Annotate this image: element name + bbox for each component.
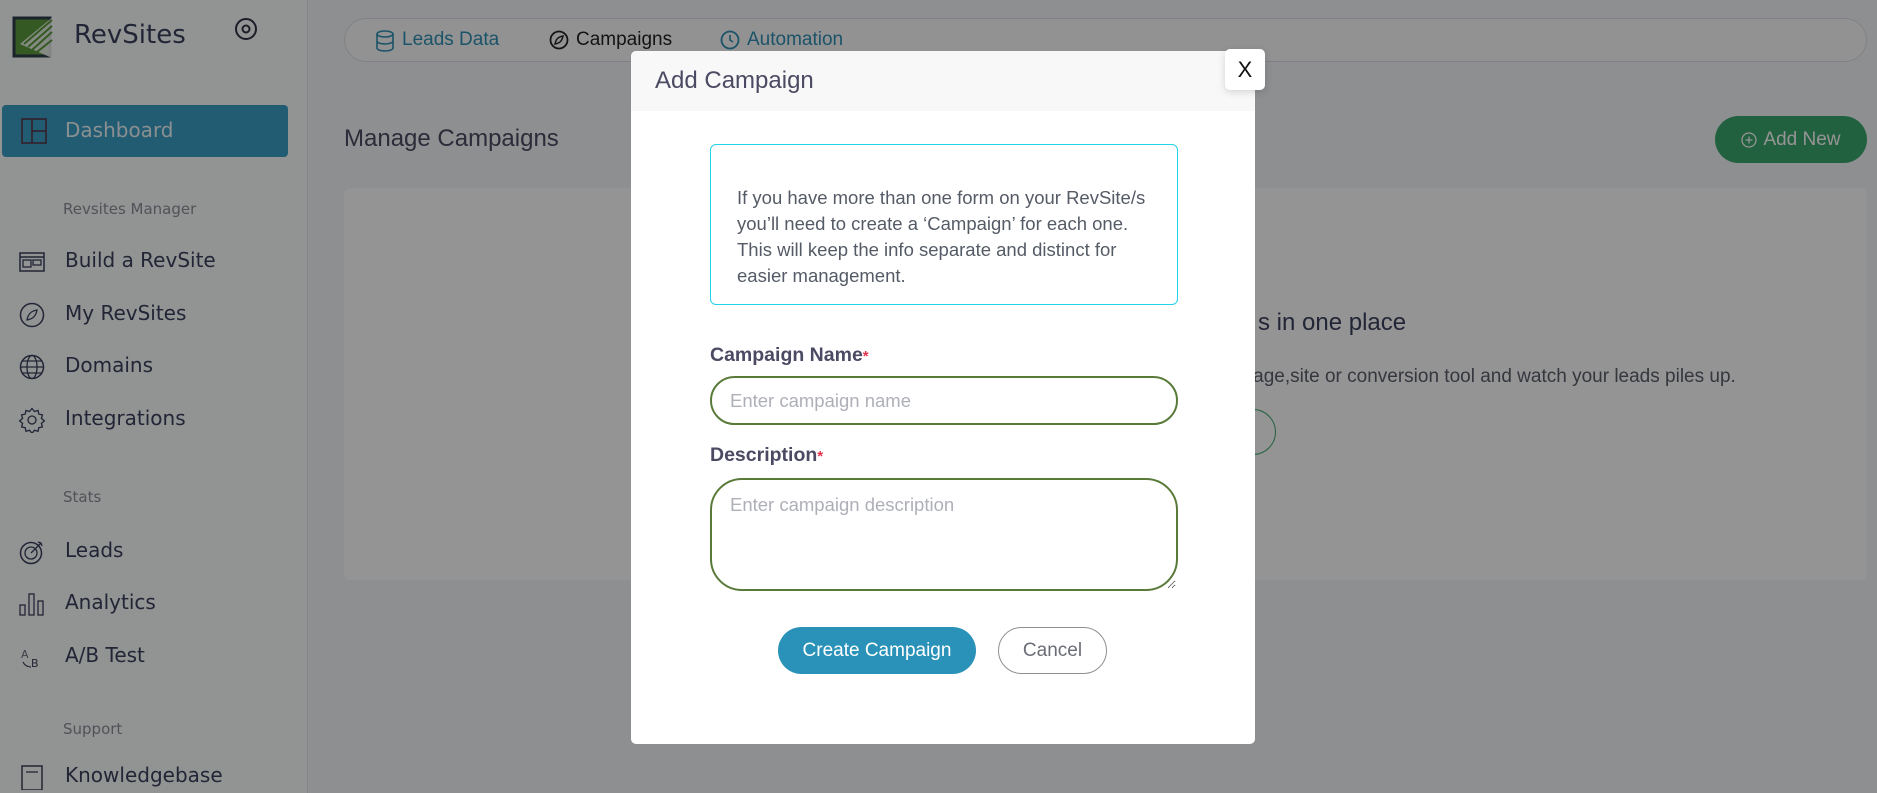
browser-layout-icon: [19, 252, 45, 272]
sidebar-item-domains[interactable]: Domains: [19, 350, 289, 382]
empty-state-text: ; page,site or conversion tool and watch…: [1232, 366, 1736, 387]
sidebar-item-integrations[interactable]: Integrations: [19, 403, 289, 435]
book-icon: [21, 765, 43, 790]
campaign-name-input[interactable]: [710, 376, 1178, 425]
sidebar-item-label: Analytics: [65, 590, 156, 614]
compass-icon: [549, 30, 569, 50]
modal-header: Add Campaign: [631, 51, 1255, 111]
description-textarea[interactable]: [710, 478, 1178, 591]
database-icon: [376, 30, 394, 52]
tab-label: Campaigns: [576, 29, 673, 50]
sidebar: RevSites Dashboard Revsites Manager Buil…: [0, 0, 308, 793]
globe-icon: [19, 354, 45, 380]
sidebar-item-dashboard[interactable]: Dashboard: [2, 105, 288, 157]
sidebar-item-my-revsites[interactable]: My RevSites: [19, 298, 289, 330]
cancel-button[interactable]: Cancel: [998, 627, 1107, 674]
tab-leads-data[interactable]: Leads Data: [376, 29, 500, 52]
campaign-name-label: Campaign Name*: [710, 344, 869, 367]
page-title: Manage Campaigns: [344, 125, 559, 152]
sidebar-item-knowledgebase[interactable]: Knowledgebase: [19, 760, 289, 792]
sidebar-item-label: Build a RevSite: [65, 248, 216, 272]
sidebar-item-ab-test[interactable]: AB A/B Test: [19, 640, 289, 672]
add-campaign-modal: Add Campaign If you have more than one f…: [631, 51, 1255, 744]
add-new-button[interactable]: Add New: [1715, 116, 1867, 163]
section-title: Revsites Manager: [63, 200, 197, 218]
sidebar-item-label: Dashboard: [65, 118, 174, 142]
svg-text:B: B: [31, 657, 39, 670]
label-text: Description: [710, 444, 818, 466]
tab-automation[interactable]: Automation: [720, 29, 844, 51]
tab-campaigns[interactable]: Campaigns: [549, 29, 673, 51]
bar-chart-icon: [19, 593, 44, 616]
clock-icon: [720, 30, 740, 50]
ab-test-icon: AB: [21, 648, 39, 670]
sidebar-item-label: Knowledgebase: [65, 763, 223, 787]
svg-text:A: A: [21, 648, 29, 661]
sidebar-item-label: Integrations: [65, 406, 186, 430]
settings-circle-icon[interactable]: [234, 17, 258, 41]
sidebar-item-label: My RevSites: [65, 301, 187, 325]
tab-label: Automation: [747, 29, 844, 50]
sidebar-item-build-revsite[interactable]: Build a RevSite: [19, 245, 289, 277]
section-title: Support: [63, 720, 123, 738]
sidebar-item-leads[interactable]: Leads: [19, 535, 289, 567]
target-icon: [19, 541, 43, 565]
sidebar-item-label: Leads: [65, 538, 124, 562]
compass-icon: [19, 302, 45, 328]
gear-icon: [19, 407, 45, 433]
add-new-label: Add New: [1763, 128, 1841, 150]
section-title: Stats: [63, 488, 102, 506]
plus-circle-icon: [1741, 131, 1758, 148]
sidebar-item-label: A/B Test: [65, 643, 145, 667]
info-box: If you have more than one form on your R…: [710, 144, 1178, 305]
required-mark: *: [862, 348, 869, 365]
sidebar-item-analytics[interactable]: Analytics: [19, 587, 289, 619]
brand-name: RevSites: [74, 20, 186, 50]
tab-label: Leads Data: [402, 29, 500, 50]
modal-title: Add Campaign: [655, 67, 814, 94]
sidebar-item-label: Domains: [65, 353, 154, 377]
layout-icon: [21, 118, 47, 144]
close-modal-button[interactable]: X: [1225, 49, 1265, 90]
create-campaign-button[interactable]: Create Campaign: [778, 627, 976, 674]
empty-state-heading: s in one place: [1258, 309, 1407, 336]
description-label: Description*: [710, 444, 823, 467]
required-mark: *: [817, 448, 824, 465]
revsites-logo: [12, 16, 54, 58]
label-text: Campaign Name: [710, 344, 863, 366]
